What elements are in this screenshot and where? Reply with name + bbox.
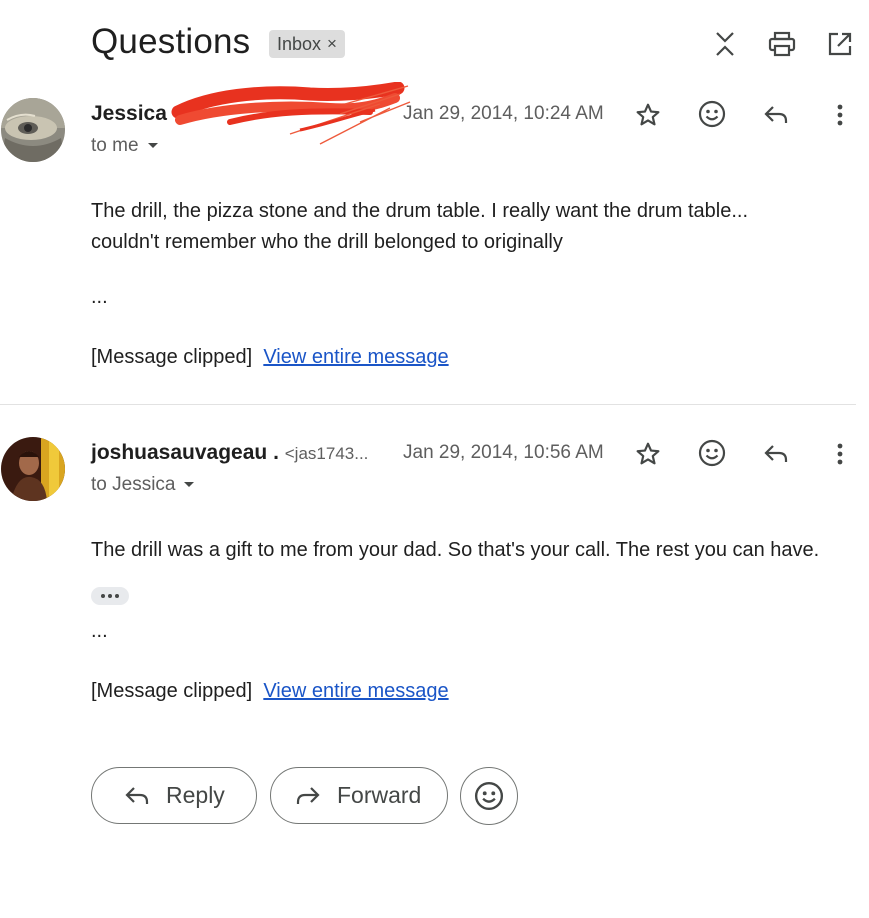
print-icon[interactable] [766,28,798,60]
inbox-label-chip[interactable]: Inbox × [269,30,345,58]
sender-line[interactable]: joshuasauvageau . <jas1743... [91,441,368,465]
view-entire-message-link[interactable]: View entire message [263,680,448,702]
star-icon[interactable] [630,436,666,472]
reply-button[interactable]: Reply [91,767,257,824]
forward-button[interactable]: Forward [270,767,448,824]
remove-label-icon[interactable]: × [327,34,337,54]
chevron-down-icon[interactable] [147,142,159,150]
redaction-scribble [170,81,415,148]
open-in-new-window-icon[interactable] [824,28,856,60]
avatar[interactable] [1,437,65,501]
clipped-notice: [Message clipped] View entire message [91,676,449,707]
recipient-text: to me [91,135,139,156]
forward-icon [295,785,321,807]
reply-icon[interactable] [758,436,794,472]
reply-icon[interactable] [758,97,794,133]
more-options-icon[interactable] [822,436,858,472]
view-entire-message-link[interactable]: View entire message [263,346,448,368]
reply-icon [124,785,150,807]
message-body: The drill, the pizza stone and the drum … [91,196,851,258]
body-line: couldn't remember who the drill belonged… [91,231,563,253]
dot [115,594,119,598]
body-line: The drill, the pizza stone and the drum … [91,200,749,222]
dot [101,594,105,598]
show-trimmed-content-button[interactable] [91,587,129,605]
dot [108,594,112,598]
quoted-ellipsis: ... [91,620,108,642]
sender-email: <jas1743... [284,444,369,463]
message-date: Jan 29, 2014, 10:24 AM [403,103,604,124]
recipient-text: to Jessica [91,474,176,495]
reply-label: Reply [166,782,225,808]
sender-name[interactable]: Jessica [91,102,167,126]
star-icon[interactable] [630,97,666,133]
clipped-text: [Message clipped] [91,680,253,702]
quoted-ellipsis: ... [91,286,108,308]
recipient-line[interactable]: to Jessica [91,474,195,496]
label-text: Inbox [277,33,322,54]
thread-subject: Questions [91,22,251,61]
clipped-notice: [Message clipped] View entire message [91,342,449,373]
more-options-icon[interactable] [822,97,858,133]
emoji-reaction-button[interactable] [460,767,518,825]
message-date: Jan 29, 2014, 10:56 AM [403,442,604,463]
emoji-icon [474,781,504,811]
emoji-reaction-icon[interactable] [694,96,730,132]
sender-name: joshuasauvageau . [91,441,279,464]
chevron-down-icon[interactable] [183,481,195,489]
body-line: The drill was a gift to me from your dad… [91,539,820,561]
emoji-reaction-icon[interactable] [694,435,730,471]
message-divider [0,404,856,405]
avatar[interactable] [1,98,65,162]
forward-label: Forward [337,782,422,808]
message-body: The drill was a gift to me from your dad… [91,535,866,566]
recipient-line[interactable]: to me [91,135,159,157]
collapse-all-icon[interactable] [709,28,741,60]
clipped-text: [Message clipped] [91,346,253,368]
